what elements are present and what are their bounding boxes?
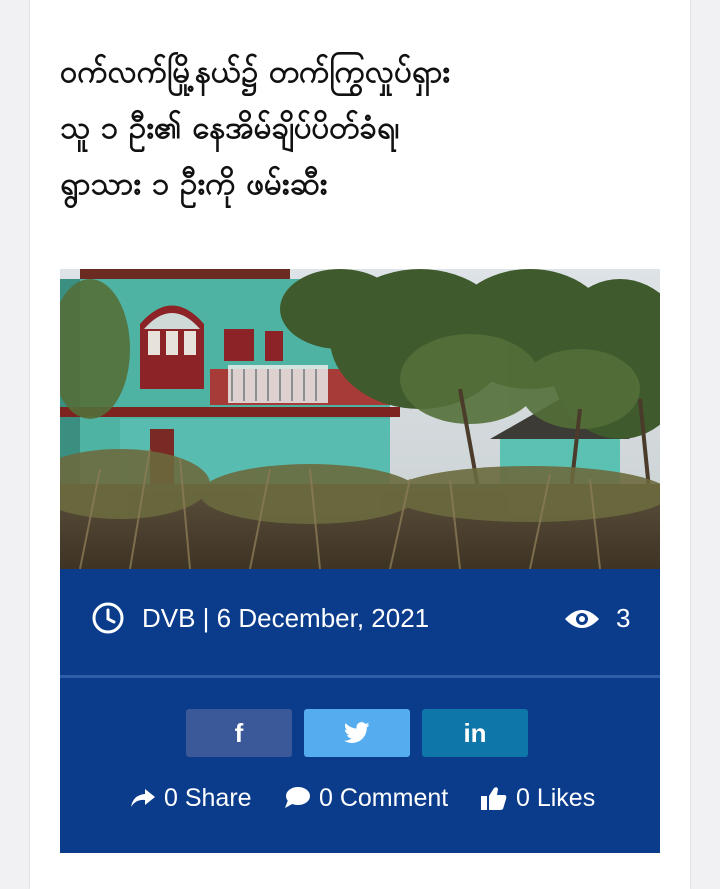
view-count: 3 bbox=[616, 603, 631, 633]
likes-count-label: 0 Likes bbox=[516, 783, 596, 812]
linkedin-share-button[interactable]: in bbox=[422, 709, 528, 757]
eye-icon bbox=[565, 610, 599, 628]
thumbs-up-icon bbox=[481, 787, 507, 810]
share-count[interactable]: 0 Share bbox=[130, 781, 252, 815]
linkedin-icon: in bbox=[463, 717, 487, 748]
title-line-1: ဝက်လက်မြို့နယ်၌ တက်ကြွလှုပ်ရှား bbox=[60, 54, 451, 90]
title-line-2: သူ ၁ ဦး၏ နေအိမ်ချိပ်ပိတ်ခံရ၊ bbox=[60, 110, 400, 146]
comment-bubble-icon bbox=[285, 787, 310, 808]
share-count-label: 0 Share bbox=[164, 783, 252, 812]
clock-icon bbox=[92, 602, 124, 634]
article-photo[interactable] bbox=[60, 269, 660, 569]
twitter-icon bbox=[344, 722, 370, 743]
title-line-3: ရွာသား ၁ ဦးကို ဖမ်းဆီး bbox=[60, 166, 328, 202]
article-card: ဝက်လက်မြို့နယ်၌ တက်ကြွလှုပ်ရှား သူ ၁ ဦး၏… bbox=[30, 0, 690, 889]
twitter-share-button[interactable] bbox=[304, 709, 410, 757]
meta-row: DVB | 6 December, 2021 3 bbox=[60, 569, 660, 675]
article-title[interactable]: ဝက်လက်မြို့နယ်၌ တက်ကြွလှုပ်ရှား သူ ၁ ဦး၏… bbox=[60, 44, 660, 212]
share-arrow-icon bbox=[131, 789, 155, 807]
article-byline: DVB | 6 December, 2021 bbox=[142, 603, 430, 633]
likes-count[interactable]: 0 Likes bbox=[480, 781, 595, 815]
comment-count[interactable]: 0 Comment bbox=[283, 781, 448, 815]
facebook-share-button[interactable]: f bbox=[186, 709, 292, 757]
comment-count-label: 0 Comment bbox=[319, 783, 449, 812]
facebook-icon: f bbox=[234, 717, 244, 748]
house-photo-image bbox=[60, 269, 660, 569]
article-meta-panel: DVB | 6 December, 2021 3 f in 0 Share 0 … bbox=[60, 569, 660, 853]
meta-divider bbox=[60, 675, 660, 678]
